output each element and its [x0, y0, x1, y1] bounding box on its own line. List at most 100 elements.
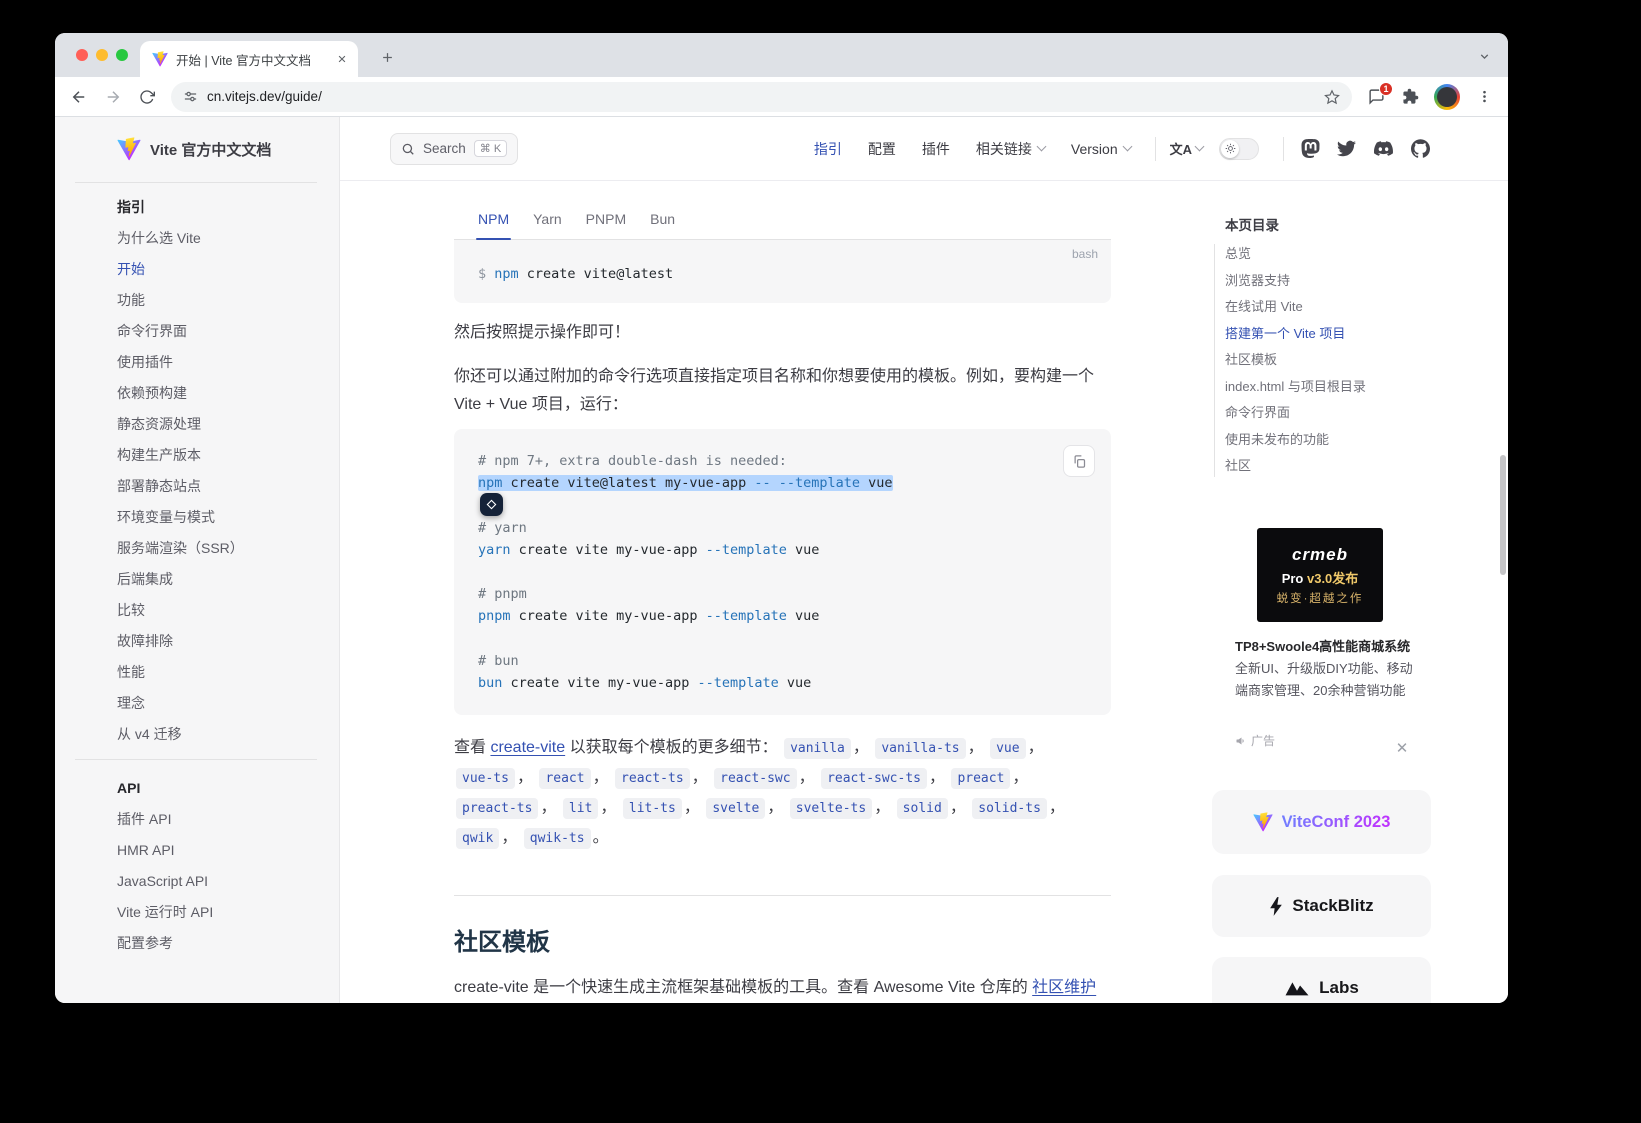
- search-button[interactable]: Search ⌘ K: [390, 132, 519, 165]
- separator: ，: [1027, 739, 1044, 757]
- sidebar-item-static-deploy[interactable]: 部署静态站点: [117, 470, 321, 501]
- sidebar-item-env-and-mode[interactable]: 环境变量与模式: [117, 501, 321, 532]
- github-link[interactable]: [1411, 139, 1430, 158]
- mastodon-icon: [1301, 139, 1320, 158]
- nav-menu-version[interactable]: Version: [1071, 141, 1133, 157]
- toc-item-scaffolding[interactable]: 搭建第一个 Vite 项目: [1225, 321, 1431, 348]
- sidebar-item-migration[interactable]: 从 v4 迁移: [117, 718, 321, 749]
- discord-link[interactable]: [1373, 139, 1394, 158]
- ad-label: 广告: [1235, 732, 1275, 749]
- browser-tab[interactable]: 开始 | Vite 官方中文文档: [140, 41, 358, 77]
- viteconf-card[interactable]: ViteConf 2023: [1212, 790, 1431, 854]
- code-tab-npm[interactable]: NPM: [466, 198, 521, 240]
- sidebar-item-backend-integration[interactable]: 后端集成: [117, 563, 321, 594]
- tab-close-icon[interactable]: [333, 51, 350, 68]
- nav-menu-related-links[interactable]: 相关链接: [975, 139, 1047, 159]
- code-language-label: bash: [1071, 247, 1098, 261]
- sidebar-item-ssr[interactable]: 服务端渲染（SSR）: [117, 532, 321, 563]
- sidebar-item-dep-pre-bundling[interactable]: 依赖预构建: [117, 377, 321, 408]
- sidebar-item-why-vite[interactable]: 为什么选 Vite: [117, 222, 321, 253]
- code-line: # bun: [478, 652, 519, 669]
- tab-title: 开始 | Vite 官方中文文档: [176, 53, 311, 68]
- separator: ，: [1012, 769, 1029, 787]
- nav-link-plugins[interactable]: 插件: [922, 139, 950, 159]
- site-brand[interactable]: Vite 官方中文文档: [117, 137, 319, 161]
- toc-item-browser-support[interactable]: 浏览器支持: [1225, 268, 1431, 295]
- theme-toggle[interactable]: [1219, 137, 1259, 160]
- ad-close-button[interactable]: ✕: [1392, 739, 1412, 759]
- create-vite-link[interactable]: create-vite: [490, 739, 565, 756]
- table-of-contents: 本页目录 总览 浏览器支持 在线试用 Vite 搭建第一个 Vite 项目 社区…: [1214, 214, 1431, 480]
- extensions-button[interactable]: [1394, 81, 1426, 113]
- template-tag: solid: [896, 798, 948, 820]
- navbar-links: 指引 配置 插件 相关链接 Version 文A: [788, 136, 1430, 161]
- sidebar-item-cli[interactable]: 命令行界面: [117, 315, 321, 346]
- sidebar-item-static-assets[interactable]: 静态资源处理: [117, 408, 321, 439]
- nav-link-guide[interactable]: 指引: [814, 139, 842, 159]
- close-window-button[interactable]: [76, 49, 88, 61]
- sidebar-item-comparisons[interactable]: 比较: [117, 594, 321, 625]
- sidebar-item-build[interactable]: 构建生产版本: [117, 439, 321, 470]
- section-heading-community-templates: 社区模板: [454, 895, 1111, 957]
- toc-item-community-templates[interactable]: 社区模板: [1225, 347, 1431, 374]
- sidebar-item-troubleshooting[interactable]: 故障排除: [117, 625, 321, 656]
- sidebar-item-using-plugins[interactable]: 使用插件: [117, 346, 321, 377]
- ad-image[interactable]: crmeb Pro v3.0发布 蜕变·超越之作: [1257, 528, 1383, 622]
- toc-item-overview[interactable]: 总览: [1225, 241, 1431, 268]
- code-tab-bun[interactable]: Bun: [638, 198, 687, 239]
- site-info-icon[interactable]: [183, 89, 198, 104]
- browser-menu-button[interactable]: [1468, 81, 1500, 113]
- related-links-label: 相关链接: [975, 140, 1032, 157]
- twitter-link[interactable]: [1337, 139, 1356, 158]
- paragraph-follow-prompts: 然后按照提示操作即可！: [454, 324, 631, 341]
- translations-menu[interactable]: 文A: [1170, 139, 1205, 158]
- extension-message-button[interactable]: 1: [1360, 81, 1393, 113]
- page-scrollbar[interactable]: [1500, 455, 1506, 575]
- labs-card[interactable]: Labs: [1212, 957, 1431, 1003]
- toc-item-index-html[interactable]: index.html 与项目根目录: [1225, 374, 1431, 401]
- sidebar-item-config-reference[interactable]: 配置参考: [117, 927, 321, 958]
- web-page: Vite 官方中文文档 指引 为什么选 Vite 开始 功能 命令行界面 使用插…: [55, 117, 1508, 1003]
- sidebar-item-getting-started[interactable]: 开始: [117, 253, 321, 284]
- tab-search-button[interactable]: [1473, 45, 1495, 67]
- code-tab-yarn[interactable]: Yarn: [521, 198, 574, 239]
- toc-item-try-online[interactable]: 在线试用 Vite: [1225, 294, 1431, 321]
- sidebar-item-features[interactable]: 功能: [117, 284, 321, 315]
- toc-item-cli[interactable]: 命令行界面: [1225, 400, 1431, 427]
- profile-avatar[interactable]: [1434, 83, 1460, 110]
- sidebar-item-philosophy[interactable]: 理念: [117, 687, 321, 718]
- template-tag: react-swc-ts: [821, 768, 927, 790]
- template-tag: preact: [951, 768, 1011, 790]
- back-button[interactable]: [63, 81, 95, 113]
- stackblitz-card[interactable]: StackBlitz: [1212, 875, 1431, 937]
- copy-code-button[interactable]: [1063, 445, 1095, 477]
- code-block-create: bash $ npm create vite@latest: [454, 240, 1111, 303]
- template-tag: svelte: [706, 798, 766, 820]
- clipboard-icon: [1074, 454, 1085, 468]
- bookmark-star-icon[interactable]: [1319, 84, 1345, 110]
- stackblitz-label: StackBlitz: [1292, 896, 1374, 915]
- template-tag: preact-ts: [456, 798, 539, 820]
- sidebar-item-plugin-api[interactable]: 插件 API: [117, 803, 321, 834]
- new-tab-button[interactable]: [373, 43, 401, 71]
- minimize-window-button[interactable]: [96, 49, 108, 61]
- code-tab-pnpm[interactable]: PNPM: [574, 198, 638, 239]
- sidebar-item-runtime-api[interactable]: Vite 运行时 API: [117, 896, 321, 927]
- ad-text-link[interactable]: TP8+Swoole4高性能商城系统 全新UI、升级版DIY功能、移动端商家管理…: [1235, 636, 1413, 702]
- ad-label-text: 广告: [1251, 734, 1276, 748]
- code-line: yarn create vite my-vue-app --template v…: [478, 541, 820, 558]
- forward-button[interactable]: [97, 81, 129, 113]
- toc-item-community[interactable]: 社区: [1225, 453, 1431, 480]
- selection-popup-button[interactable]: [480, 493, 503, 516]
- navbar-divider: [1154, 136, 1156, 161]
- nav-link-config[interactable]: 配置: [868, 139, 896, 159]
- reload-button[interactable]: [131, 81, 163, 113]
- sidebar-item-performance[interactable]: 性能: [117, 656, 321, 687]
- mastodon-link[interactable]: [1301, 139, 1320, 158]
- toc-item-unreleased[interactable]: 使用未发布的功能: [1225, 427, 1431, 454]
- sidebar-item-hmr-api[interactable]: HMR API: [117, 834, 321, 865]
- zoom-window-button[interactable]: [116, 49, 128, 61]
- sidebar-item-javascript-api[interactable]: JavaScript API: [117, 865, 321, 896]
- url-bar[interactable]: cn.vitejs.dev/guide/: [171, 81, 1352, 112]
